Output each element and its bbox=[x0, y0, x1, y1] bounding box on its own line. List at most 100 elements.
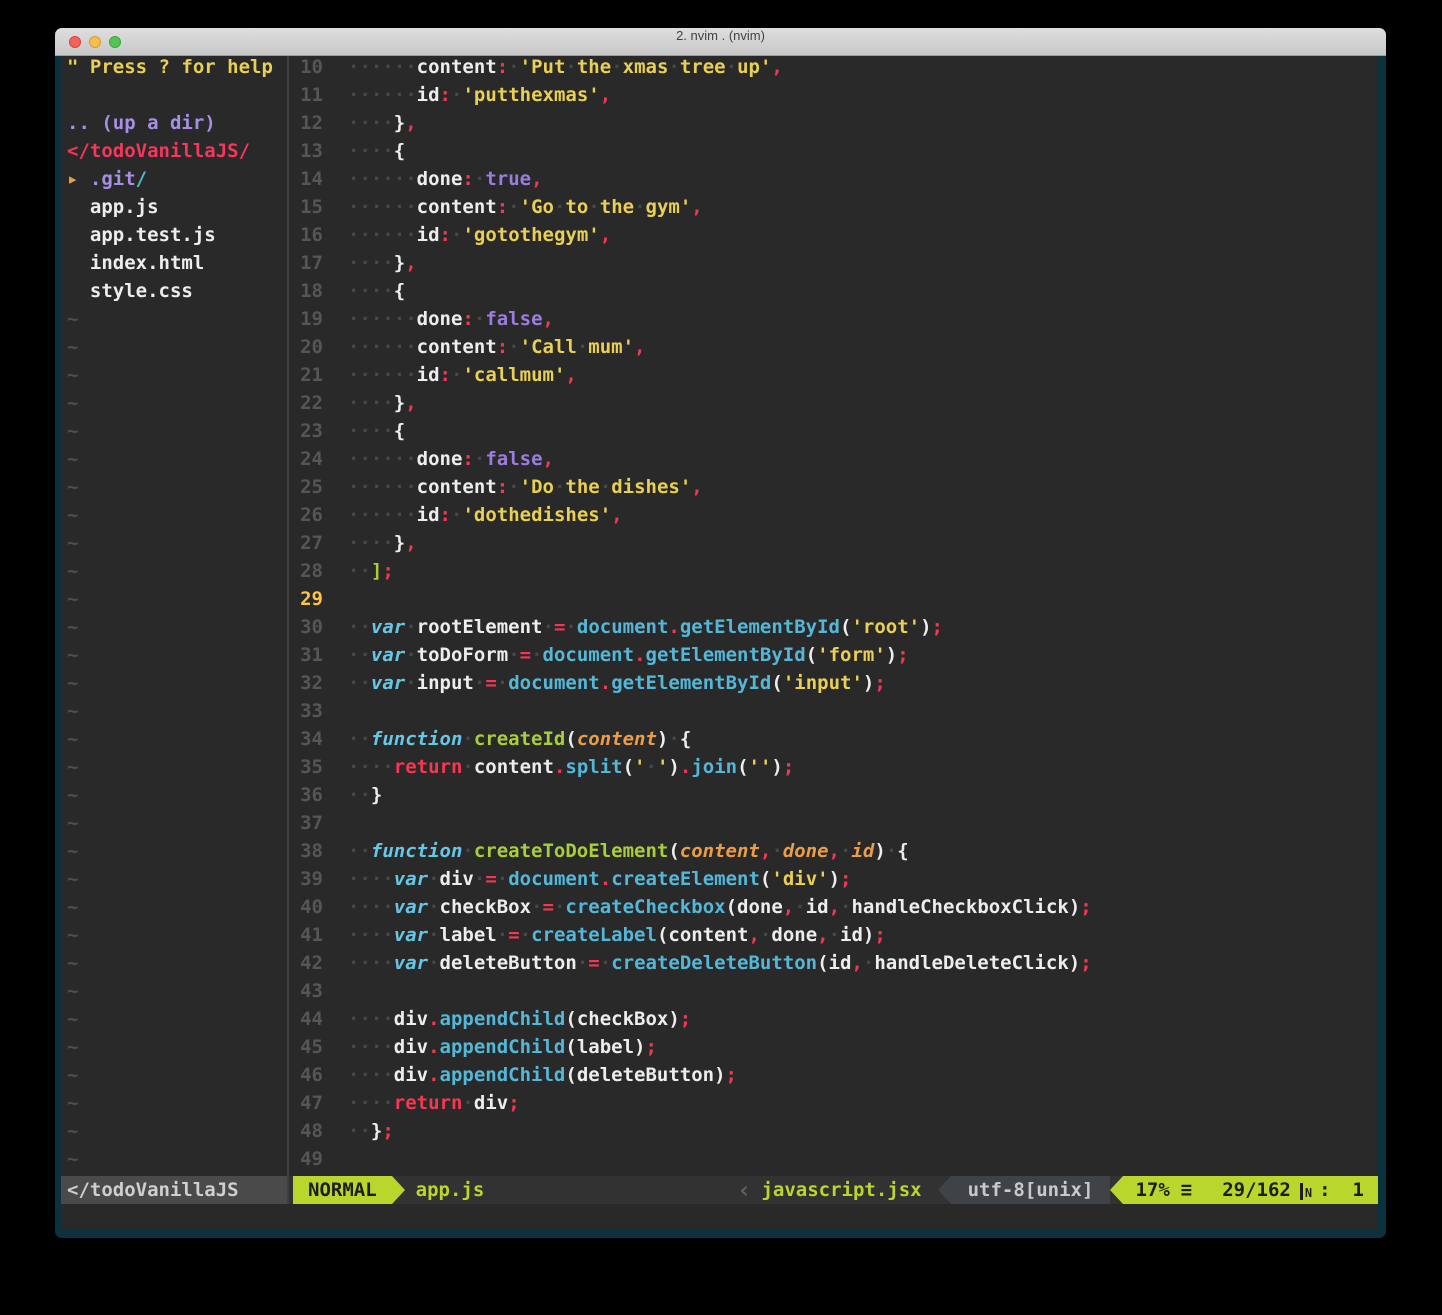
code-line-38[interactable]: 38··function·createToDoElement(content,·… bbox=[289, 840, 1378, 868]
code-text: ····}, bbox=[323, 112, 417, 140]
tree-item[interactable]: " Press ? for help bbox=[61, 56, 287, 84]
code-line-43[interactable]: 43 bbox=[289, 980, 1378, 1008]
powerline-thin-separator-icon: ‹ bbox=[737, 1176, 751, 1204]
code-line-12[interactable]: 12····}, bbox=[289, 112, 1378, 140]
powerline-arrow-left-icon bbox=[938, 1176, 951, 1204]
code-text: ····var·deleteButton·=·createDeleteButto… bbox=[323, 952, 1092, 980]
line-number: 49 bbox=[289, 1148, 323, 1176]
code-line-26[interactable]: 26······id:·'dothedishes', bbox=[289, 504, 1378, 532]
code-line-17[interactable]: 17····}, bbox=[289, 252, 1378, 280]
empty-buffer-tilde: ~ bbox=[61, 700, 287, 728]
tree-item-text: " Press ? for help bbox=[67, 56, 273, 78]
tree-item[interactable]: style.css bbox=[61, 280, 287, 308]
code-line-32[interactable]: 32··var·input·=·document.getElementById(… bbox=[289, 672, 1378, 700]
tree-item[interactable]: .. (up a dir) bbox=[61, 112, 287, 140]
code-line-29[interactable]: 29 bbox=[289, 588, 1378, 616]
empty-buffer-tilde: ~ bbox=[61, 560, 287, 588]
traffic-lights bbox=[69, 28, 121, 55]
code-line-10[interactable]: 10······content:·'Put·the·xmas·tree·up', bbox=[289, 56, 1378, 84]
empty-buffer-tilde: ~ bbox=[61, 448, 287, 476]
command-line[interactable] bbox=[61, 1204, 1378, 1230]
code-line-47[interactable]: 47····return·div; bbox=[289, 1092, 1378, 1120]
tree-item-text: app.test.js bbox=[67, 224, 216, 246]
code-line-49[interactable]: 49 bbox=[289, 1148, 1378, 1176]
nerdtree-panel: " Press ? for help .. (up a dir)</todoVan… bbox=[61, 56, 287, 1176]
line-number: 22 bbox=[289, 392, 323, 420]
line-number: 23 bbox=[289, 420, 323, 448]
code-line-24[interactable]: 24······done:·false, bbox=[289, 448, 1378, 476]
code-line-28[interactable]: 28··]; bbox=[289, 560, 1378, 588]
code-line-15[interactable]: 15······content:·'Go·to·the·gym', bbox=[289, 196, 1378, 224]
empty-buffer-tilde: ~ bbox=[61, 1092, 287, 1120]
line-number: 44 bbox=[289, 1008, 323, 1036]
code-text: ······id:·'gotothegym', bbox=[323, 224, 611, 252]
statusline: </todoVanillaJS NORMAL app.js ‹ javascri… bbox=[61, 1176, 1378, 1204]
code-line-18[interactable]: 18····{ bbox=[289, 280, 1378, 308]
empty-buffer-tilde: ~ bbox=[61, 896, 287, 924]
code-line-37[interactable]: 37 bbox=[289, 812, 1378, 840]
statusline-spacer bbox=[484, 1176, 737, 1204]
code-line-35[interactable]: 35····return·content.split('·').join('')… bbox=[289, 756, 1378, 784]
code-line-33[interactable]: 33 bbox=[289, 700, 1378, 728]
line-number: 38 bbox=[289, 840, 323, 868]
column-label: 1 bbox=[1353, 1176, 1364, 1204]
line-number: 11 bbox=[289, 84, 323, 112]
code-line-36[interactable]: 36··} bbox=[289, 784, 1378, 812]
line-number: 21 bbox=[289, 364, 323, 392]
code-line-48[interactable]: 48··}; bbox=[289, 1120, 1378, 1148]
code-line-42[interactable]: 42····var·deleteButton·=·createDeleteBut… bbox=[289, 952, 1378, 980]
filename-label: app.js bbox=[416, 1176, 485, 1204]
tree-item[interactable]: app.js bbox=[61, 196, 287, 224]
code-line-21[interactable]: 21······id:·'callmum', bbox=[289, 364, 1378, 392]
tree-item[interactable]: ▸ .git/ bbox=[61, 168, 287, 196]
line-number: 41 bbox=[289, 924, 323, 952]
line-number: 12 bbox=[289, 112, 323, 140]
code-line-13[interactable]: 13····{ bbox=[289, 140, 1378, 168]
code-text bbox=[323, 1148, 348, 1176]
code-line-16[interactable]: 16······id:·'gotothegym', bbox=[289, 224, 1378, 252]
code-line-20[interactable]: 20······content:·'Call·mum', bbox=[289, 336, 1378, 364]
empty-buffer-tilde: ~ bbox=[61, 1120, 287, 1148]
tree-item[interactable]: app.test.js bbox=[61, 224, 287, 252]
code-line-30[interactable]: 30··var·rootElement·=·document.getElemen… bbox=[289, 616, 1378, 644]
code-line-45[interactable]: 45····div.appendChild(label); bbox=[289, 1036, 1378, 1064]
code-line-34[interactable]: 34··function·createId(content)·{ bbox=[289, 728, 1378, 756]
code-line-27[interactable]: 27····}, bbox=[289, 532, 1378, 560]
code-text: ····div.appendChild(checkBox); bbox=[323, 1008, 691, 1036]
code-line-31[interactable]: 31··var·toDoForm·=·document.getElementBy… bbox=[289, 644, 1378, 672]
code-line-46[interactable]: 46····div.appendChild(deleteButton); bbox=[289, 1064, 1378, 1092]
code-line-41[interactable]: 41····var·label·=·createLabel(content,·d… bbox=[289, 924, 1378, 952]
code-line-39[interactable]: 39····var·div·=·document.createElement('… bbox=[289, 868, 1378, 896]
nerdtree-statusline: </todoVanillaJS bbox=[61, 1176, 287, 1204]
tree-item[interactable]: </todoVanillaJS/ bbox=[61, 140, 287, 168]
code-line-19[interactable]: 19······done:·false, bbox=[289, 308, 1378, 336]
code-text: ······done:·true, bbox=[323, 168, 543, 196]
code-line-22[interactable]: 22····}, bbox=[289, 392, 1378, 420]
code-line-44[interactable]: 44····div.appendChild(checkBox); bbox=[289, 1008, 1378, 1036]
code-text bbox=[323, 588, 348, 616]
code-line-40[interactable]: 40····var·checkBox·=·createCheckbox(done… bbox=[289, 896, 1378, 924]
code-line-14[interactable]: 14······done:·true, bbox=[289, 168, 1378, 196]
lines-icon: ≡ bbox=[1181, 1176, 1192, 1204]
line-number: 25 bbox=[289, 476, 323, 504]
tree-item-text: app.js bbox=[67, 196, 159, 218]
code-line-25[interactable]: 25······content:·'Do·the·dishes', bbox=[289, 476, 1378, 504]
close-button[interactable] bbox=[69, 36, 81, 48]
empty-buffer-tilde: ~ bbox=[61, 980, 287, 1008]
minimize-button[interactable] bbox=[89, 36, 101, 48]
line-number: 45 bbox=[289, 1036, 323, 1064]
code-line-11[interactable]: 11······id:·'putthexmas', bbox=[289, 84, 1378, 112]
terminal-window: 2. nvim . (nvim) " Press ? for help.. (u… bbox=[55, 28, 1386, 1238]
tree-item[interactable]: index.html bbox=[61, 252, 287, 280]
colon-label: : bbox=[1319, 1176, 1330, 1204]
line-number: 39 bbox=[289, 868, 323, 896]
zoom-button[interactable] bbox=[109, 36, 121, 48]
code-text: ··var·rootElement·=·document.getElementB… bbox=[323, 616, 943, 644]
code-text: ······id:·'putthexmas', bbox=[323, 84, 611, 112]
empty-buffer-tilde: ~ bbox=[61, 1064, 287, 1092]
line-number: 20 bbox=[289, 336, 323, 364]
scroll-percent-label: 17% bbox=[1135, 1176, 1169, 1204]
code-line-23[interactable]: 23····{ bbox=[289, 420, 1378, 448]
filetype-label: javascript.jsx bbox=[761, 1176, 921, 1204]
code-text: ··} bbox=[323, 784, 382, 812]
